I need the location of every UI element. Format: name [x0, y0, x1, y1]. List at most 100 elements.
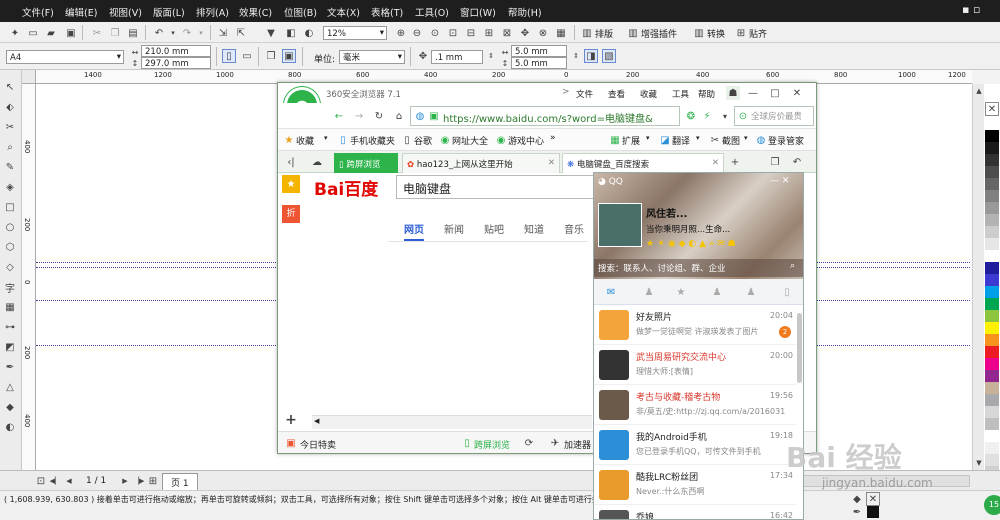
menu-arrange[interactable]: 排列(A)	[196, 5, 229, 19]
landscape-icon[interactable]: ▭	[240, 49, 254, 63]
forward-icon[interactable]: →	[352, 109, 366, 123]
title-menu-favorites[interactable]: 收藏	[640, 88, 657, 100]
qq-search[interactable]: 搜索：联系人、讨论组、群、企业 ⌕	[594, 259, 803, 277]
qq-status-icons[interactable]: ★ ☀ ◉ ◆ ◐ ▲ » ✉ ☗	[646, 239, 736, 249]
refresh-icon[interactable]: ↻	[372, 109, 386, 123]
zoom-all-icon[interactable]: ⊠	[500, 26, 514, 40]
qq-conversation-item[interactable]: 酷我LRC粉丝团 Never.:什么东西啊 17:34	[594, 465, 797, 505]
discussion-icon[interactable]: ♟	[744, 285, 758, 299]
search-tab-music[interactable]: 音乐	[564, 221, 584, 236]
zoom-width-icon[interactable]: ⊟	[464, 26, 478, 40]
page-options-icon[interactable]: ⊡	[34, 474, 48, 488]
new-tab-icon[interactable]: +	[728, 155, 742, 169]
portrait-icon[interactable]: ▯	[222, 49, 236, 63]
import-icon[interactable]: ⇲	[216, 26, 230, 40]
duplicate-y-field[interactable]: 5.0 mm	[511, 57, 567, 69]
no-fill-icon[interactable]: ✕	[866, 492, 880, 506]
fav-login-manager[interactable]: 登录管家	[768, 134, 804, 147]
crop-tool-icon[interactable]: ✂	[3, 120, 17, 134]
search-tab-news[interactable]: 新闻	[444, 221, 464, 236]
notification-badge[interactable]: 15	[984, 495, 1000, 515]
fav-google[interactable]: 谷歌	[414, 134, 432, 147]
eyedropper-icon[interactable]: ✒	[3, 360, 17, 374]
zoom-out-icon[interactable]: ⊖	[410, 26, 424, 40]
search-tab-web[interactable]: 网页	[404, 221, 424, 241]
menu-edit[interactable]: 编辑(E)	[65, 5, 97, 19]
fav-hao[interactable]: 网址大全	[452, 134, 488, 147]
qq-conversation-item[interactable]: 武当周易研究交流中心 理惜大师:[表情] 20:00	[594, 345, 797, 385]
title-menu-view[interactable]: 查看	[608, 88, 625, 100]
qq-conversation-item[interactable]: 好友照片 做梦一觉徒啊觉 许淑瑛发表了图片 20:04 2	[594, 305, 797, 345]
chevron-down-icon[interactable]: ▾	[324, 134, 328, 142]
snap-pixels-icon[interactable]: ▧	[602, 49, 616, 63]
current-page-icon[interactable]: ▣	[282, 49, 296, 63]
baidu-logo[interactable]: Bai百度	[314, 175, 378, 200]
window-controls[interactable]: ▪ ▫	[962, 3, 980, 16]
fav-mobile[interactable]: 手机收藏夹	[350, 134, 395, 147]
fav-collect[interactable]: 收藏	[296, 134, 314, 147]
extension-green-icon[interactable]: ❂	[684, 109, 698, 123]
treat-as-filled-icon[interactable]: ◨	[584, 49, 598, 63]
menu-layout[interactable]: 版面(L)	[153, 5, 185, 19]
zoom-in-icon[interactable]: ⊕	[394, 26, 408, 40]
snap-button[interactable]: 贴齐	[749, 27, 767, 40]
shape-tool-icon[interactable]: ⬖	[3, 100, 17, 114]
title-menu-toggle[interactable]: >	[562, 87, 570, 97]
address-dropdown-icon[interactable]: ▾	[718, 109, 732, 123]
page-size-select[interactable]: A4 ▾	[6, 50, 124, 64]
menu-view[interactable]: 视图(V)	[109, 5, 142, 19]
interactive-fill-icon[interactable]: ◐	[3, 420, 17, 434]
zoom-tool-icon[interactable]: ⌕	[3, 140, 17, 154]
smart-fill-icon[interactable]: ◈	[3, 180, 17, 194]
table-tool-icon[interactable]: ▦	[3, 300, 17, 314]
page-width-field[interactable]: 210.0 mm	[141, 45, 211, 57]
contacts-icon[interactable]: ♟	[642, 285, 656, 299]
menu-window[interactable]: 窗口(W)	[460, 5, 496, 19]
qq-conversation-item[interactable]: 我的Android手机 您已登录手机QQ，可传文件到手机 19:18	[594, 425, 797, 465]
title-menu-file[interactable]: 文件	[576, 88, 593, 100]
export-icon[interactable]: ⇱	[234, 26, 248, 40]
chevron-down-icon[interactable]: ▾	[744, 134, 748, 142]
duplicate-x-field[interactable]: 5.0 mm	[511, 45, 567, 57]
status-sync-icon[interactable]: ⟳	[522, 436, 536, 450]
qq-window-controls[interactable]: — ✕	[770, 176, 789, 186]
convert-icon[interactable]: ▥	[692, 26, 706, 40]
recent-chat-icon[interactable]: ✉	[604, 285, 618, 299]
outline-color-swatch[interactable]	[867, 506, 879, 518]
phone-contact-icon[interactable]: ▯	[780, 285, 794, 299]
pick-tool-icon[interactable]: ↖	[3, 80, 17, 94]
cloud-icon[interactable]: ☁	[310, 155, 324, 169]
tab-restore-icon[interactable]: ❐	[768, 155, 782, 169]
undo-dropdown-icon[interactable]: ▾	[166, 26, 180, 40]
skin-icon[interactable]: ☗	[726, 86, 740, 100]
undo-close-icon[interactable]: ↶	[790, 155, 804, 169]
tab-cross-screen[interactable]: ▯ 跨屏浏览	[334, 153, 398, 173]
polygon-tool-icon[interactable]: ⬡	[3, 240, 17, 254]
title-menu-help[interactable]: 帮助	[698, 88, 715, 100]
menu-tools[interactable]: 工具(O)	[415, 5, 449, 19]
no-color-icon[interactable]: ✕	[985, 102, 999, 116]
chevron-down-icon[interactable]: ▾	[696, 134, 700, 142]
typeset-button[interactable]: 排版	[595, 27, 613, 40]
ruler-origin[interactable]	[22, 70, 36, 84]
rectangle-tool-icon[interactable]: □	[3, 200, 17, 214]
qq-avatar[interactable]	[598, 203, 642, 247]
cut-icon[interactable]: ✂	[90, 26, 104, 40]
outline-indicator-icon[interactable]: ✒	[850, 505, 864, 519]
page-height-field[interactable]: 297.0 mm	[141, 57, 211, 69]
prev-page-icon[interactable]: ◀	[62, 474, 76, 488]
enhanced-plugin-button[interactable]: 增强插件	[641, 27, 677, 40]
outline-tool-icon[interactable]: △	[3, 380, 17, 394]
group-icon[interactable]: ♟	[710, 285, 724, 299]
first-page-icon[interactable]: ◀▏	[48, 474, 62, 488]
qq-conversation-item[interactable]: 乔娘 16:42	[594, 505, 797, 519]
close-icon[interactable]: ✕	[790, 86, 804, 100]
back-icon[interactable]: ←	[332, 109, 346, 123]
corel-icon[interactable]: ◐	[302, 26, 316, 40]
maximize-icon[interactable]: □	[768, 86, 782, 100]
qq-signature[interactable]: 当你秉明月照...生命...	[646, 223, 796, 235]
favorites-star-icon[interactable]: ★	[674, 285, 688, 299]
scroll-left-icon[interactable]: ◀	[314, 417, 319, 425]
tab-nav-left-icon[interactable]: ‹|	[284, 155, 298, 169]
fav-games[interactable]: 游戏中心	[508, 134, 544, 147]
